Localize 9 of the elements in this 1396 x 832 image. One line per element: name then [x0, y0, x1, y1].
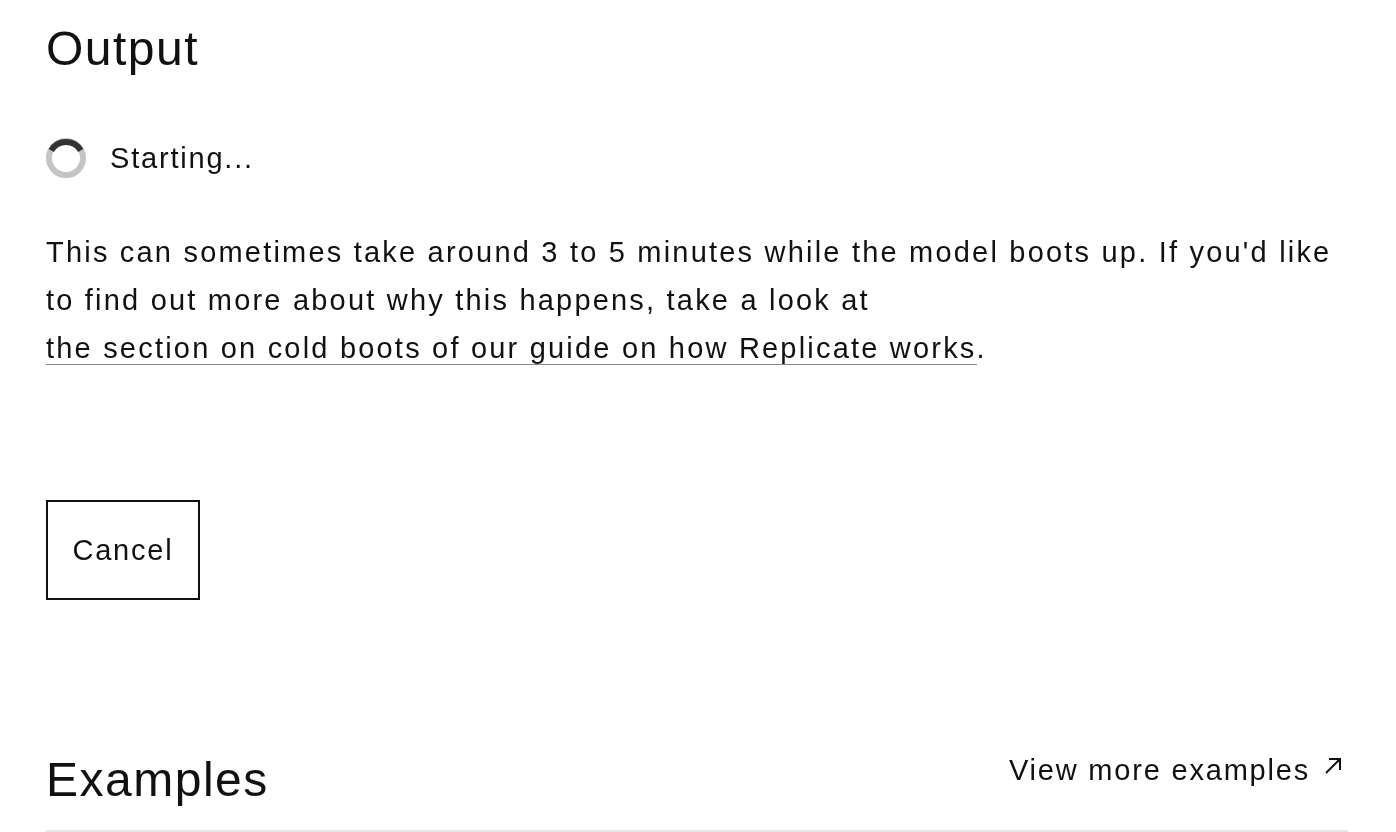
- section-heading: Output: [46, 22, 200, 75]
- spinner-icon: [46, 138, 86, 178]
- cancel-button[interactable]: Cancel: [46, 500, 200, 600]
- diagonal-arrow-icon: [1324, 757, 1342, 775]
- status-text: Starting...: [110, 141, 254, 175]
- view-more-link[interactable]: View more examples: [1008, 753, 1342, 787]
- info-paragraph: This can sometimes take around 3 to 5 minutes while the model boots up. If you'd like to find out more about why this happens, take a look at the section on cold boots of our guide on how Replicate works.: [46, 235, 1333, 367]
- guide-link[interactable]: the section on cold boots of our guide on how Replicate works: [46, 332, 977, 365]
- section-heading: Examples: [46, 753, 269, 806]
